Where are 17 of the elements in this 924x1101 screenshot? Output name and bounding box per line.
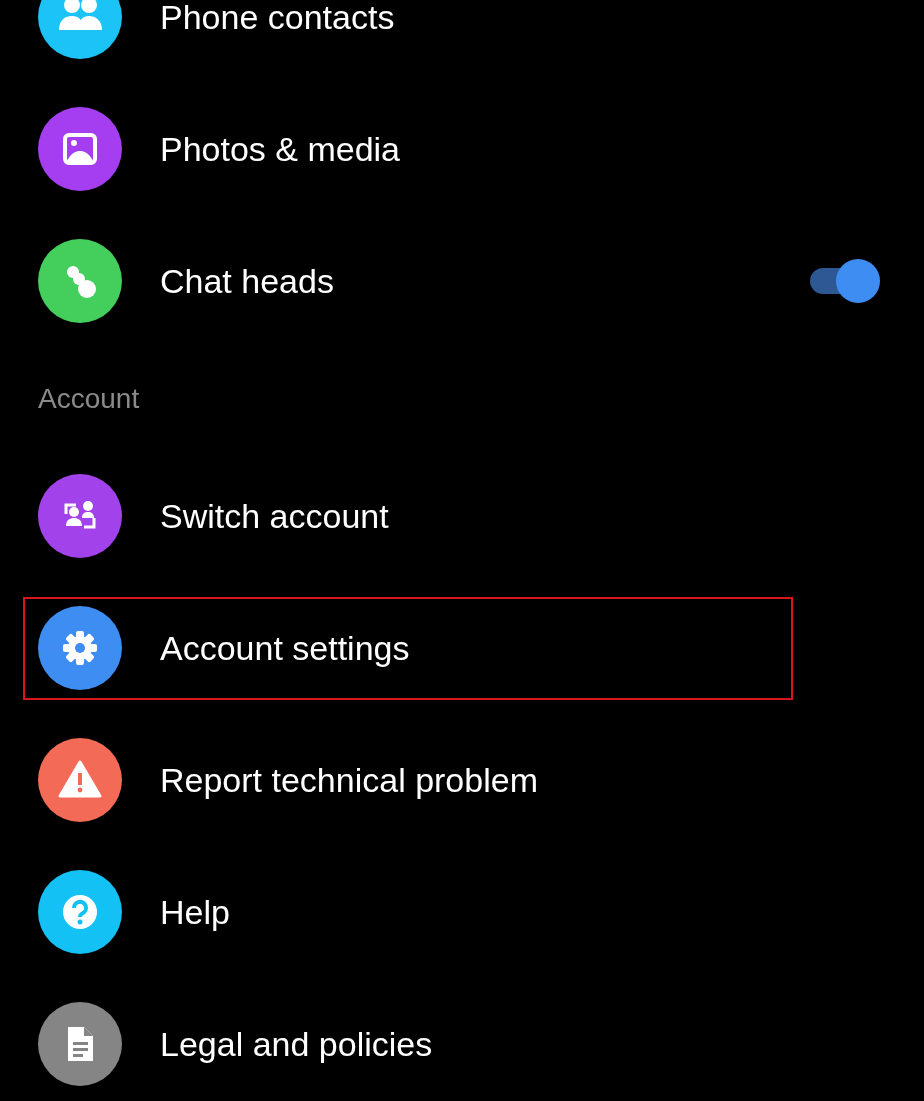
help-icon[interactable]	[38, 870, 122, 954]
people-icon[interactable]	[38, 0, 122, 59]
bubbles-icon[interactable]	[38, 239, 122, 323]
menu-item[interactable]: Phone contacts	[160, 0, 395, 43]
image-icon[interactable]	[38, 107, 122, 191]
menu-item[interactable]: Help	[160, 886, 230, 938]
menu-item[interactable]: Report technical problem	[160, 754, 538, 806]
menu-item[interactable]: Account settings	[160, 622, 410, 674]
document-icon[interactable]	[38, 1002, 122, 1086]
menu-item[interactable]: Chat heads	[160, 255, 334, 307]
settings-icon[interactable]	[38, 606, 122, 690]
switch-account-icon[interactable]	[38, 474, 122, 558]
menu-item[interactable]: Switch account	[160, 490, 389, 542]
section-header: Account	[38, 381, 140, 416]
menu-item[interactable]: Photos & media	[160, 123, 401, 175]
warning-icon[interactable]	[38, 738, 122, 822]
menu-item[interactable]: Legal and policies	[160, 1018, 433, 1070]
